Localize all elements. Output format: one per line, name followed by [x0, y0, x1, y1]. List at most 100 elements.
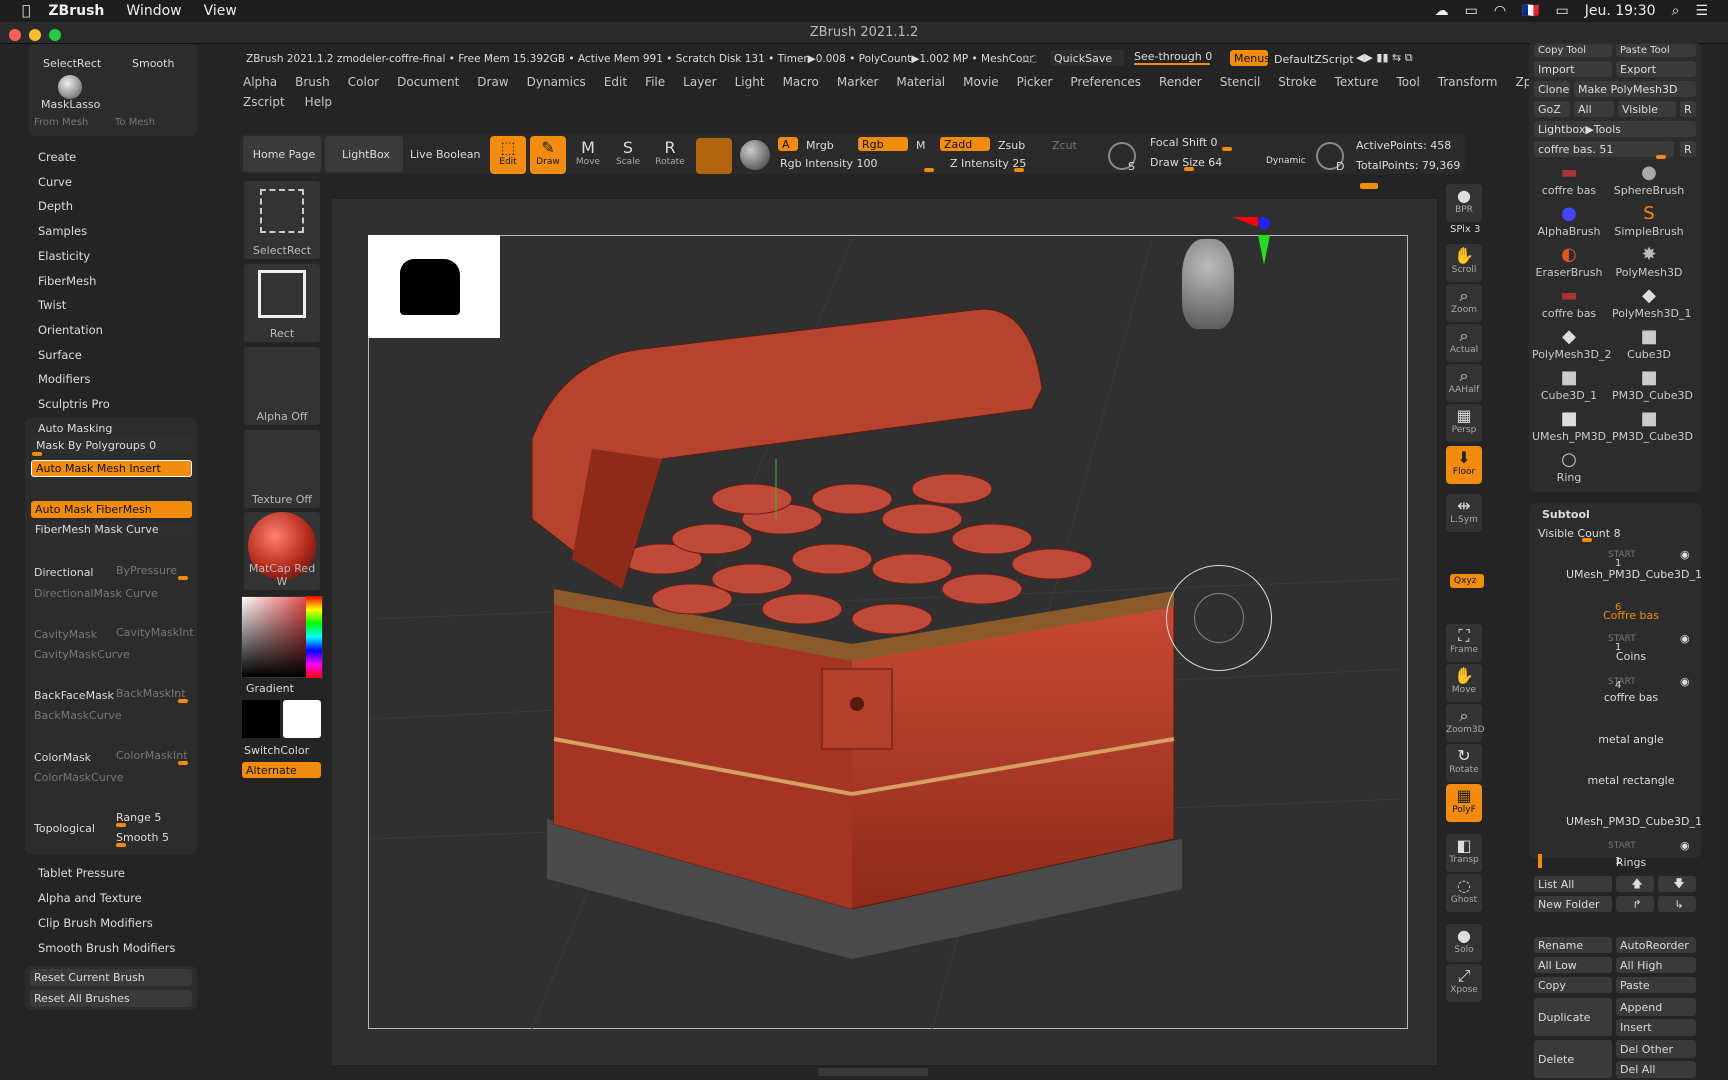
- back-mask-int-knob[interactable]: [178, 699, 188, 703]
- see-through-slider[interactable]: See-through 0: [1134, 50, 1212, 63]
- mrgb-toggle[interactable]: Mrgb: [806, 139, 834, 152]
- frame-button[interactable]: ⛶ Frame: [1446, 624, 1482, 662]
- scale-button[interactable]: S Scale: [610, 136, 646, 174]
- visible-count-slider[interactable]: Visible Count 8: [1538, 527, 1621, 540]
- select-rect-tile[interactable]: SelectRect: [43, 57, 101, 70]
- masklasso-icon[interactable]: [58, 75, 82, 99]
- subtool-item-3[interactable]: coffre bas: [1566, 691, 1696, 704]
- select-rect-brush[interactable]: SelectRect: [244, 181, 320, 259]
- smooth-knob[interactable]: [116, 843, 126, 847]
- apple-icon[interactable]: : [22, 3, 30, 19]
- canvas[interactable]: [331, 198, 1438, 1066]
- matcap-tile[interactable]: MatCap Red W: [244, 512, 320, 590]
- chest-model[interactable]: [332, 199, 1439, 1067]
- menu-preferences[interactable]: Preferences: [1070, 75, 1141, 89]
- menu-picker[interactable]: Picker: [1017, 75, 1053, 89]
- insert-button[interactable]: Insert: [1616, 1019, 1696, 1036]
- brush-menu-depth[interactable]: Depth: [38, 199, 73, 213]
- input-flag[interactable]: 🇫🇷: [1522, 3, 1539, 19]
- tool-thumb-alphabrush[interactable]: ● AlphaBrush: [1532, 203, 1606, 241]
- brush-menu-samples[interactable]: Samples: [38, 224, 87, 238]
- menu-material[interactable]: Material: [896, 75, 945, 89]
- live-boolean-button[interactable]: Live Boolean: [410, 148, 481, 161]
- menu-macro[interactable]: Macro: [783, 75, 819, 89]
- menu-alpha[interactable]: Alpha: [243, 75, 277, 89]
- color-mask-toggle[interactable]: ColorMask: [34, 751, 91, 764]
- focal-shift-slider[interactable]: Focal Shift 0: [1150, 136, 1218, 149]
- color-mask-int-knob[interactable]: [178, 761, 188, 765]
- tool-thumb-simplebrush[interactable]: S SimpleBrush: [1612, 203, 1686, 241]
- paste-button[interactable]: Paste: [1616, 977, 1696, 993]
- del-all-button[interactable]: Del All: [1616, 1061, 1696, 1078]
- move-down-icon[interactable]: 🡇: [1658, 876, 1696, 892]
- menu-view[interactable]: View: [204, 3, 237, 19]
- subtool-item-1[interactable]: Coffre bas: [1566, 609, 1696, 622]
- rgb-intensity-slider[interactable]: Rgb Intensity 100: [780, 157, 877, 170]
- airplay-icon[interactable]: ▭: [1465, 3, 1478, 19]
- brush-menu-clip-brush-modifiers[interactable]: Clip Brush Modifiers: [38, 916, 153, 930]
- tool-thumb-polymesh3d_1[interactable]: ◆ PolyMesh3D_1: [1612, 285, 1691, 323]
- copy-button[interactable]: Copy: [1534, 977, 1612, 993]
- zcut-toggle[interactable]: Zcut: [1052, 139, 1077, 152]
- zadd-toggle[interactable]: Zadd: [940, 137, 990, 151]
- move-button[interactable]: M Move: [570, 136, 606, 174]
- brush-menu-modifiers[interactable]: Modifiers: [38, 372, 91, 386]
- wifi-icon[interactable]: ◠: [1494, 3, 1506, 19]
- home-page-button[interactable]: Home Page: [243, 136, 321, 172]
- focal-shift-knob[interactable]: [1222, 147, 1232, 151]
- draw-button[interactable]: ✎ Draw: [530, 136, 566, 174]
- texture-sphere-icon[interactable]: [740, 140, 770, 170]
- subtool-item-5[interactable]: metal rectangle: [1566, 774, 1696, 787]
- menu-stencil[interactable]: Stencil: [1220, 75, 1261, 89]
- menu-dynamics[interactable]: Dynamics: [527, 75, 586, 89]
- ghost-button[interactable]: ◌ Ghost: [1446, 874, 1482, 912]
- xyz-sym-button[interactable]: Qxyz: [1450, 574, 1484, 588]
- menu-marker[interactable]: Marker: [837, 75, 878, 89]
- menu-file[interactable]: File: [645, 75, 665, 89]
- quicksave-button[interactable]: QuickSave: [1050, 50, 1124, 66]
- battery-icon[interactable]: ▭: [1555, 3, 1568, 19]
- spotlight-icon[interactable]: ⌕: [1672, 3, 1680, 19]
- range-knob[interactable]: [116, 823, 126, 827]
- menu-movie[interactable]: Movie: [963, 75, 999, 89]
- solo-button[interactable]: ● Solo: [1446, 924, 1482, 962]
- lightbox-button[interactable]: LightBox: [325, 136, 403, 172]
- bottom-tray-toggle[interactable]: [818, 1068, 928, 1076]
- auto-mask-fibermesh-button[interactable]: Auto Mask FiberMesh: [31, 501, 192, 518]
- scroll-button[interactable]: ✋ Scroll: [1446, 244, 1482, 282]
- zsub-toggle[interactable]: Zsub: [998, 139, 1025, 152]
- clone-button[interactable]: Clone: [1534, 81, 1570, 97]
- brush-menu-surface[interactable]: Surface: [38, 348, 82, 362]
- directional-toggle[interactable]: Directional: [34, 566, 94, 579]
- menus-button[interactable]: Menus: [1230, 50, 1270, 66]
- mask-by-polygroups-knob[interactable]: [32, 452, 42, 456]
- clock[interactable]: Jeu. 19:30: [1585, 3, 1656, 19]
- menu-layer[interactable]: Layer: [683, 75, 716, 89]
- delete-button[interactable]: Delete: [1534, 1040, 1612, 1078]
- menu-texture[interactable]: Texture: [1335, 75, 1379, 89]
- visibility-eye-icon[interactable]: ◉: [1680, 675, 1690, 688]
- z-intensity-knob[interactable]: [1014, 168, 1024, 172]
- brush-menu-create[interactable]: Create: [38, 150, 76, 164]
- move-up-icon[interactable]: 🡅: [1616, 876, 1654, 892]
- menu-zscript[interactable]: Zscript: [243, 95, 285, 109]
- tool-thumb-polymesh3d[interactable]: ✸ PolyMesh3D: [1612, 244, 1686, 282]
- brush-menu-elasticity[interactable]: Elasticity: [38, 249, 90, 263]
- maximize-window-icon[interactable]: [49, 29, 61, 41]
- move-button[interactable]: ✋ Move: [1446, 664, 1482, 702]
- gradient-toggle[interactable]: Gradient: [246, 682, 294, 695]
- brush-menu-alpha-and-texture[interactable]: Alpha and Texture: [38, 891, 142, 905]
- menu-app-zbrush[interactable]: ZBrush: [48, 3, 104, 19]
- subtool-item-4[interactable]: metal angle: [1566, 733, 1696, 746]
- auto-mask-mesh-insert-button[interactable]: Auto Mask Mesh Insert: [31, 460, 192, 477]
- minimize-window-icon[interactable]: [29, 29, 41, 41]
- brush-menu-orientation[interactable]: Orientation: [38, 323, 103, 337]
- subtool-item-7[interactable]: Rings: [1566, 856, 1696, 869]
- lsym-button[interactable]: ⇹ L.Sym: [1446, 494, 1482, 532]
- subtool-scroll-indicator[interactable]: [1538, 854, 1542, 868]
- rgb-toggle[interactable]: Rgb: [858, 137, 908, 151]
- material-sphere-icon[interactable]: [696, 138, 732, 174]
- rotate-button[interactable]: R Rotate: [652, 136, 688, 174]
- tool-thumb-pm3d_cube3d[interactable]: ■ PM3D_Cube3D: [1612, 408, 1693, 446]
- persp-button[interactable]: ▦ Persp: [1446, 404, 1482, 442]
